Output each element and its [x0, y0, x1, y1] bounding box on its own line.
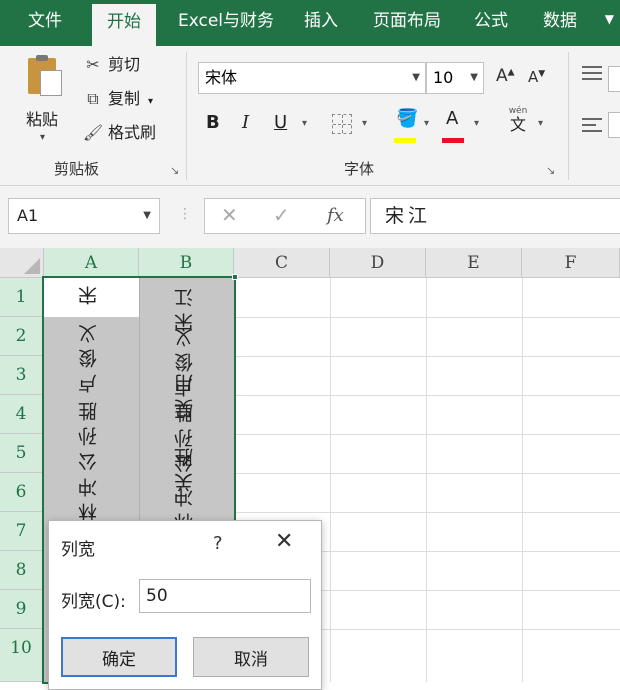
column-header-d[interactable]: D — [330, 248, 426, 278]
font-size-dropdown-icon: ▼ — [470, 72, 478, 83]
paste-dropdown-icon[interactable]: ▾ — [40, 132, 45, 143]
copy-label: 复制 — [108, 89, 141, 108]
column-width-dialog: 列宽 ? ✕ 列宽(C): 确定 取消 — [48, 520, 322, 690]
brush-icon: 🖌 — [82, 123, 104, 142]
ribbon: 粘贴 ▾ ✂ 剪切 ⧉ 复制 ▾ 🖌 格式刷 剪贴板 ↘ 宋体 ▼ 10 ▼ A▲ A▼… — [0, 46, 620, 186]
close-icon[interactable]: ✕ — [275, 529, 293, 554]
phonetic-guide-button[interactable]: wén 文 — [506, 106, 530, 134]
format-painter-label: 格式刷 — [108, 123, 157, 142]
fill-color-dropdown-icon[interactable]: ▾ — [424, 118, 429, 129]
row-header-2[interactable]: 2 — [0, 317, 44, 356]
paste-label: 粘贴 — [26, 110, 59, 129]
orientation-button[interactable] — [608, 66, 620, 92]
group-divider — [568, 52, 569, 180]
column-header-c[interactable]: C — [234, 248, 330, 278]
phonetic-dropdown-icon[interactable]: ▾ — [538, 118, 543, 129]
font-family-dropdown-icon: ▼ — [412, 72, 420, 83]
cancel-entry-icon[interactable]: ✕ — [221, 203, 238, 227]
row-header-8[interactable]: 8 — [0, 551, 44, 590]
underline-dropdown-icon[interactable]: ▾ — [302, 118, 307, 129]
format-painter-button[interactable]: 🖌 格式刷 — [82, 120, 156, 146]
font-launcher-icon[interactable]: ↘ — [546, 164, 555, 177]
tab-insert[interactable]: 插入 — [294, 0, 348, 46]
name-box-value: A1 — [17, 206, 39, 225]
copy-dropdown-icon[interactable]: ▾ — [148, 96, 153, 107]
ok-button[interactable]: 确定 — [61, 637, 177, 677]
tab-page-layout[interactable]: 页面布局 — [362, 0, 452, 46]
clipboard-group-label: 剪贴板 — [54, 160, 100, 178]
row-header-9[interactable]: 9 — [0, 590, 44, 629]
column-header-b[interactable]: B — [139, 248, 234, 278]
insert-function-icon[interactable]: fx — [327, 205, 344, 226]
confirm-entry-icon[interactable]: ✓ — [273, 203, 290, 227]
help-icon[interactable]: ? — [213, 533, 223, 554]
gridline — [522, 278, 523, 682]
borders-dropdown-icon[interactable]: ▾ — [362, 118, 367, 129]
cancel-button[interactable]: 取消 — [193, 637, 309, 677]
select-all-button[interactable] — [0, 248, 44, 278]
bold-button[interactable]: B — [206, 112, 220, 138]
font-color-swatch — [442, 138, 464, 143]
row-header-3[interactable]: 3 — [0, 356, 44, 395]
shrink-font-glyph: A — [528, 68, 539, 86]
font-color-button[interactable]: A — [446, 108, 458, 134]
align-left-icon[interactable] — [582, 118, 602, 136]
paste-paper-icon — [40, 70, 62, 96]
grow-font-glyph: A — [496, 66, 508, 86]
font-size-select[interactable]: 10 ▼ — [426, 62, 484, 94]
font-group-label: 字体 — [344, 160, 375, 178]
gridline — [426, 278, 427, 682]
phonetic-char: 文 — [509, 115, 526, 134]
column-width-input[interactable] — [139, 579, 311, 613]
formula-bar: A1 ▼ ⋮ ✕ ✓ fx 宋江 — [0, 186, 620, 248]
row-header-10[interactable]: 10 — [0, 629, 44, 682]
row-header-4[interactable]: 4 — [0, 395, 44, 434]
column-header-f[interactable]: F — [522, 248, 620, 278]
scissors-icon: ✂ — [86, 55, 100, 74]
copy-icon: ⧉ — [87, 89, 99, 108]
fill-color-swatch — [394, 138, 416, 143]
clipboard-launcher-icon[interactable]: ↘ — [170, 164, 179, 177]
formula-bar-grip-icon[interactable]: ⋮ — [178, 206, 192, 222]
tab-formulas[interactable]: 公式 — [464, 0, 518, 46]
wrap-text-button[interactable] — [608, 112, 620, 138]
column-header-a[interactable]: A — [44, 248, 139, 278]
cut-button[interactable]: ✂ 剪切 — [82, 52, 140, 78]
group-divider — [186, 52, 187, 180]
row-header-5[interactable]: 5 — [0, 434, 44, 473]
font-family-value: 宋体 — [205, 68, 238, 87]
formula-input[interactable]: 宋江 — [370, 198, 620, 234]
copy-button[interactable]: ⧉ 复制 ▾ — [82, 86, 153, 112]
tab-home[interactable]: 开始 — [92, 4, 156, 46]
row-header-1[interactable]: 1 — [0, 278, 44, 317]
paste-button[interactable]: 粘贴 ▾ — [10, 52, 72, 152]
ribbon-tab-bar: 文件 开始 Excel与财务 插入 页面布局 公式 数据 ▼ — [0, 0, 620, 46]
more-tabs-icon[interactable]: ▼ — [605, 12, 614, 26]
tab-excel-finance[interactable]: Excel与财务 — [166, 0, 286, 46]
font-size-value: 10 — [433, 68, 454, 87]
grow-font-button[interactable]: A▲ — [496, 66, 515, 86]
tab-file[interactable]: 文件 — [10, 0, 80, 46]
fill-handle[interactable] — [232, 274, 238, 280]
row-header-7[interactable]: 7 — [0, 512, 44, 551]
font-color-dropdown-icon[interactable]: ▾ — [474, 118, 479, 129]
name-box[interactable]: A1 ▼ — [8, 198, 160, 234]
fill-color-icon[interactable]: 🪣 — [396, 108, 418, 134]
column-header-e[interactable]: E — [426, 248, 522, 278]
font-family-select[interactable]: 宋体 ▼ — [198, 62, 426, 94]
underline-button[interactable]: U — [274, 112, 287, 138]
borders-icon[interactable] — [332, 114, 352, 134]
column-width-label: 列宽(C): — [61, 592, 126, 612]
gridline — [330, 278, 331, 682]
align-top-icon[interactable] — [582, 66, 602, 84]
cut-label: 剪切 — [108, 55, 141, 74]
formula-buttons: ✕ ✓ fx — [204, 198, 366, 234]
row-header-6[interactable]: 6 — [0, 473, 44, 512]
shrink-font-button[interactable]: A▼ — [528, 68, 545, 86]
italic-button[interactable]: I — [242, 112, 249, 138]
dialog-title: 列宽 — [61, 540, 95, 560]
name-box-dropdown-icon[interactable]: ▼ — [143, 199, 151, 233]
tab-data[interactable]: 数据 — [530, 0, 590, 46]
